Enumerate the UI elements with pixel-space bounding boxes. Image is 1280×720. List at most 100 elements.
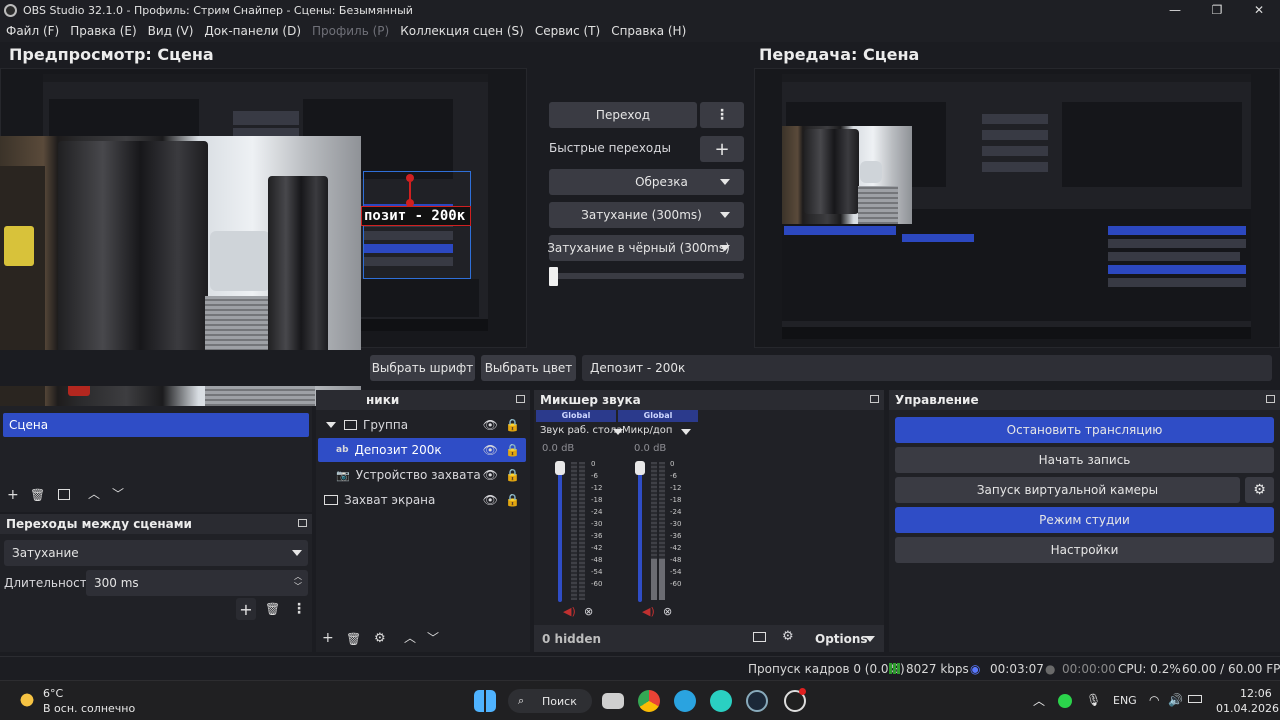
battery-icon[interactable] — [1188, 695, 1202, 703]
start-recording-button[interactable]: Начать запись — [895, 447, 1274, 473]
gear-icon[interactable]: ⚙ — [374, 632, 386, 646]
text-source-overlay[interactable]: позит - 200к — [361, 206, 471, 226]
scene-item[interactable]: Сцена — [3, 413, 309, 437]
menu-file[interactable]: Файл (F) — [6, 24, 59, 38]
menu-edit[interactable]: Правка (E) — [70, 24, 136, 38]
task-view-icon[interactable] — [602, 693, 624, 709]
move-down-icon[interactable]: ﹀ — [427, 631, 439, 645]
volume-slider-knob[interactable] — [555, 461, 565, 475]
select-color-button[interactable]: Выбрать цвет — [481, 355, 576, 381]
lock-icon[interactable]: 🔒 — [505, 418, 520, 432]
add-transition-button[interactable]: + — [236, 598, 256, 620]
tray-app-icon[interactable] — [1058, 694, 1072, 708]
source-item-text[interactable]: ab Депозит 200к 👁 🔒 — [318, 438, 526, 462]
virtual-camera-settings-button[interactable]: ⚙ — [1245, 477, 1274, 503]
text-source-input[interactable]: Депозит - 200к — [582, 355, 1272, 381]
more-vertical-icon[interactable]: ⋮ — [292, 602, 306, 616]
microphone-icon[interactable]: 🎙 — [1086, 693, 1101, 707]
edge-icon[interactable] — [710, 690, 732, 712]
taskbar: 6°C В осн. солнечно ⌕ Поиск ︿ 🎙 ENG ◠ 🔊 … — [0, 680, 1280, 720]
telegram-icon[interactable] — [674, 690, 696, 712]
menu-scene-collection[interactable]: Коллекция сцен (S) — [400, 24, 524, 38]
clock-time[interactable]: 12:06 — [1240, 687, 1272, 700]
t-bar-track[interactable] — [549, 273, 744, 279]
t-bar-handle[interactable] — [549, 267, 558, 286]
add-scene-icon[interactable]: + — [7, 488, 19, 502]
transition-menu-button[interactable]: ⋮ — [700, 102, 744, 128]
monitor-audio-icon[interactable]: ⊗ — [584, 605, 593, 618]
steam-icon[interactable] — [746, 690, 768, 712]
weather-desc[interactable]: В осн. солнечно — [43, 702, 135, 715]
close-button[interactable]: ✕ — [1238, 0, 1280, 20]
stop-streaming-button[interactable]: Остановить трансляцию — [895, 417, 1274, 443]
mute-icon[interactable]: ◀) — [563, 605, 576, 618]
duration-spinbox[interactable]: 300 ms ︿ ﹀ — [86, 570, 308, 596]
transition-select[interactable]: Затухание — [4, 540, 308, 566]
channel-name[interactable]: Микр/доп — [622, 425, 672, 436]
source-item-display[interactable]: Захват экрана 👁 🔒 — [318, 488, 528, 512]
volume-slider-track[interactable] — [558, 466, 562, 602]
volume-icon[interactable]: 🔊 — [1168, 693, 1183, 707]
plus-icon: + — [714, 138, 730, 160]
volume-slider-knob[interactable] — [635, 461, 645, 475]
source-item-group[interactable]: Группа 👁 🔒 — [318, 413, 528, 437]
menu-tools[interactable]: Сервис (T) — [535, 24, 600, 38]
search-box[interactable]: ⌕ Поиск — [508, 689, 592, 713]
add-quick-transition-button[interactable]: + — [700, 136, 744, 162]
layout-toggle-icon[interactable] — [753, 632, 766, 642]
channel-name[interactable]: Звук раб. стола — [540, 425, 622, 436]
quick-transition-fade-black[interactable]: Затухание в чёрный (300ms) — [547, 235, 744, 261]
menu-help[interactable]: Справка (H) — [611, 24, 686, 38]
remove-transition-icon[interactable]: 🗑 — [265, 602, 280, 616]
add-source-icon[interactable]: + — [322, 631, 334, 645]
chrome-icon[interactable] — [638, 690, 660, 712]
lock-icon[interactable]: 🔒 — [505, 443, 520, 457]
menu-view[interactable]: Вид (V) — [148, 24, 194, 38]
move-up-icon[interactable]: ︿ — [88, 487, 100, 501]
move-down-icon[interactable]: ﹀ — [112, 487, 124, 501]
weather-temp[interactable]: 6°C — [43, 687, 63, 700]
lock-icon[interactable]: 🔒 — [505, 493, 520, 507]
resize-handle[interactable] — [406, 174, 414, 182]
start-virtual-camera-button[interactable]: Запуск виртуальной камеры — [895, 477, 1240, 503]
monitor-audio-icon[interactable]: ⊗ — [663, 605, 672, 618]
quick-transition-label: Затухание (300ms) — [581, 208, 702, 222]
chevron-down-icon — [720, 179, 730, 185]
mixer-options-button[interactable]: Options — [815, 632, 868, 646]
settings-button[interactable]: Настройки — [895, 537, 1274, 563]
quick-transition-fade[interactable]: Затухание (300ms) — [549, 202, 744, 228]
studio-mode-button[interactable]: Режим студии — [895, 507, 1274, 533]
eye-icon[interactable]: 👁 — [483, 468, 498, 482]
eye-icon[interactable]: 👁 — [483, 443, 498, 457]
source-item-camera[interactable]: 📷 Устройство захвата вид 👁 🔒 — [318, 463, 528, 487]
lock-icon[interactable]: 🔒 — [505, 468, 520, 482]
spin-arrows-icon[interactable]: ︿ ﹀ — [294, 572, 302, 592]
remove-scene-icon[interactable]: 🗑 — [30, 488, 45, 502]
undock-icon[interactable] — [298, 519, 307, 527]
eye-icon[interactable]: 👁 — [483, 493, 498, 507]
filters-icon[interactable] — [58, 489, 70, 500]
wifi-icon[interactable]: ◠ — [1149, 693, 1159, 707]
maximize-button[interactable]: ❐ — [1196, 0, 1238, 20]
chevron-down-icon[interactable] — [681, 429, 691, 435]
mute-icon[interactable]: ◀) — [642, 605, 655, 618]
select-font-button[interactable]: Выбрать шрифт — [370, 355, 475, 381]
move-up-icon[interactable]: ︿ — [404, 631, 416, 645]
mixer-settings-icon[interactable]: ⚙ — [782, 629, 794, 644]
expand-icon[interactable] — [326, 422, 336, 428]
menu-docks[interactable]: Док-панели (D) — [204, 24, 301, 38]
quick-transition-cut[interactable]: Обрезка — [549, 169, 744, 195]
eye-icon[interactable]: 👁 — [483, 418, 498, 432]
volume-slider-track[interactable] — [638, 466, 642, 602]
windows-start-icon[interactable] — [474, 690, 496, 712]
undock-icon[interactable] — [870, 395, 879, 403]
weather-icon[interactable] — [16, 689, 38, 711]
undock-icon[interactable] — [516, 395, 525, 403]
transition-button[interactable]: Переход — [549, 102, 697, 128]
minimize-button[interactable]: — — [1154, 0, 1196, 20]
remove-source-icon[interactable]: 🗑 — [346, 632, 361, 646]
clock-date[interactable]: 01.04.2026 — [1216, 702, 1279, 715]
undock-icon[interactable] — [1266, 395, 1275, 403]
language-indicator[interactable]: ENG — [1113, 694, 1137, 707]
chevron-up-icon[interactable]: ︿ — [1033, 692, 1045, 709]
